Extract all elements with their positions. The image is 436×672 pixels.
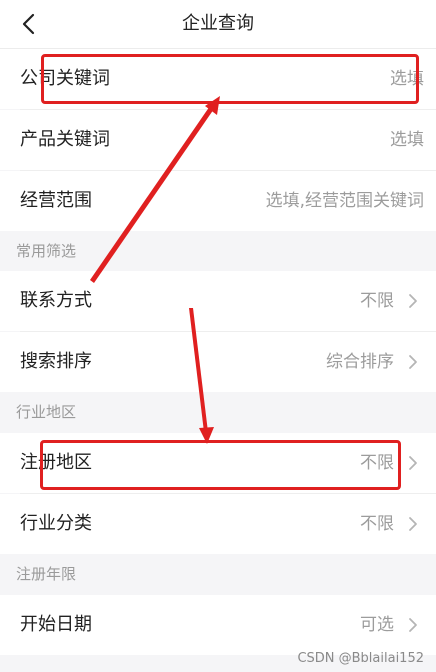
industry-category-row[interactable]: 行业分类 不限 [0, 494, 436, 554]
chevron-right-icon [409, 517, 417, 531]
search-sort-value: 综合排序 [326, 352, 394, 372]
industry-category-label: 行业分类 [20, 513, 92, 534]
section-registration-years-label: 注册年限 [16, 565, 77, 583]
start-date-row[interactable]: 开始日期 可选 [0, 595, 436, 655]
section-industry-region-label: 行业地区 [16, 403, 77, 421]
nav-bar: 企业查询 [0, 0, 436, 49]
business-scope-row[interactable]: 经营范围 选填,经营范围关键词 [0, 171, 436, 231]
watermark: CSDN @Bblailai152 [297, 651, 424, 666]
company-keyword-label: 公司关键词 [20, 68, 110, 89]
product-keyword-label: 产品关键词 [20, 129, 110, 150]
registered-region-label: 注册地区 [20, 452, 92, 473]
contact-method-label: 联系方式 [20, 290, 92, 311]
company-keyword-row[interactable]: 公司关键词 选填 [0, 49, 436, 109]
start-date-label: 开始日期 [20, 614, 92, 635]
registered-region-row[interactable]: 注册地区 不限 [0, 433, 436, 493]
registered-region-value: 不限 [360, 453, 394, 473]
start-date-value: 可选 [360, 615, 394, 635]
section-industry-region: 行业地区 [0, 392, 436, 432]
search-sort-label: 搜索排序 [20, 351, 92, 372]
section-common-filters: 常用筛选 [0, 231, 436, 271]
chevron-right-icon [409, 355, 417, 369]
section-common-filters-label: 常用筛选 [16, 242, 77, 260]
company-keyword-value: 选填 [390, 69, 424, 89]
business-scope-value: 选填,经营范围关键词 [265, 191, 424, 211]
product-keyword-row[interactable]: 产品关键词 选填 [0, 110, 436, 170]
search-sort-row[interactable]: 搜索排序 综合排序 [0, 332, 436, 392]
industry-category-value: 不限 [360, 514, 394, 534]
business-scope-label: 经营范围 [20, 190, 92, 211]
chevron-right-icon [409, 618, 417, 632]
page-title: 企业查询 [182, 13, 254, 34]
chevron-right-icon [409, 456, 417, 470]
chevron-right-icon [409, 294, 417, 308]
contact-method-value: 不限 [360, 291, 394, 311]
section-registration-years: 注册年限 [0, 554, 436, 594]
product-keyword-value: 选填 [390, 130, 424, 150]
contact-method-row[interactable]: 联系方式 不限 [0, 271, 436, 331]
